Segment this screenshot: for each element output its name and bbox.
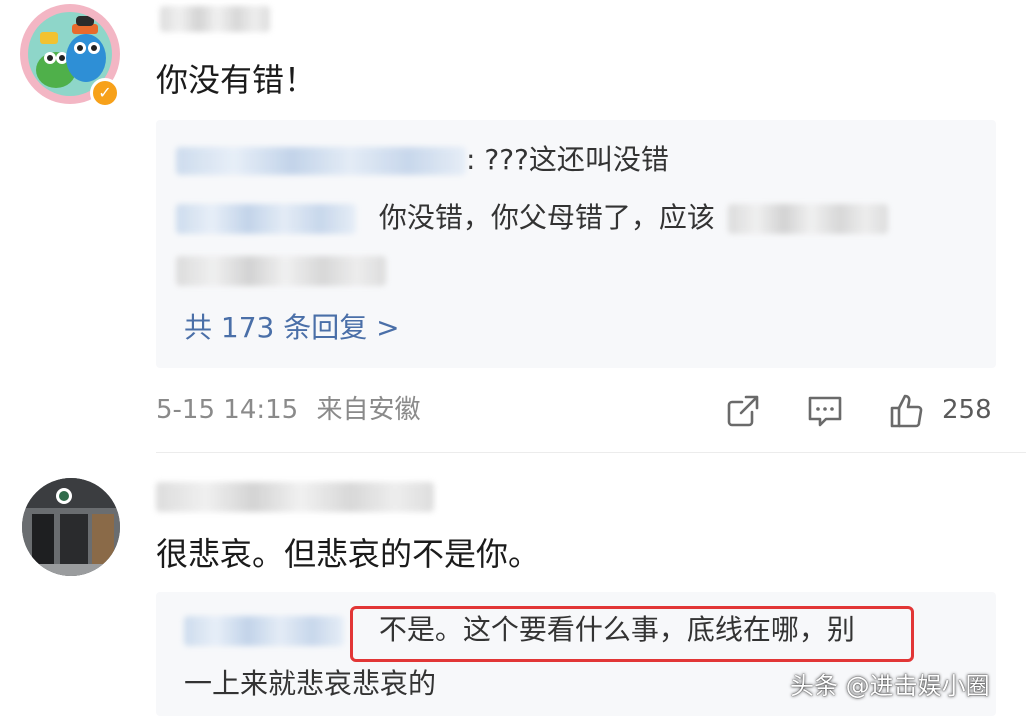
highlight-box bbox=[350, 606, 914, 662]
comment-1: ✓ 你没有错！ : ???这还叫没错 你没错，你父母错了，应该 共 173 条回… bbox=[0, 0, 1026, 455]
share-icon[interactable] bbox=[724, 392, 762, 430]
comment-text: 你没有错！ bbox=[156, 61, 317, 99]
like-count: 258 bbox=[942, 395, 992, 425]
reply-line: 你没错，你父母错了，应该 bbox=[176, 198, 888, 238]
reply-username-blurred[interactable] bbox=[184, 616, 344, 646]
reply-line: : ???这还叫没错 bbox=[176, 140, 669, 180]
storefront-photo-icon bbox=[22, 478, 120, 576]
comment-meta: 5-15 14:15 来自安徽 bbox=[156, 392, 420, 428]
reply-line: 一上来就悲哀悲哀的 bbox=[184, 664, 436, 704]
username-blurred[interactable] bbox=[160, 6, 270, 32]
verified-badge-icon: ✓ bbox=[90, 78, 120, 108]
more-replies-link[interactable]: 共 173 条回复 > bbox=[184, 308, 400, 348]
reply-text: 你没错，你父母错了，应该 bbox=[378, 201, 715, 234]
avatar[interactable] bbox=[22, 478, 120, 576]
divider bbox=[156, 452, 1026, 453]
reply-line bbox=[176, 250, 386, 290]
location: 来自安徽 bbox=[316, 395, 421, 425]
watermark: 头条 @进击娱小圈 bbox=[790, 672, 990, 700]
comment-text: 很悲哀。但悲哀的不是你。 bbox=[156, 535, 541, 573]
like-icon[interactable] bbox=[888, 392, 926, 430]
reply-username-blurred[interactable] bbox=[176, 147, 466, 175]
username-blurred[interactable] bbox=[156, 482, 434, 512]
reply-text: : ???这还叫没错 bbox=[466, 143, 669, 176]
reply-username-blurred[interactable] bbox=[176, 204, 356, 234]
reply-preview-box[interactable]: : ???这还叫没错 你没错，你父母错了，应该 共 173 条回复 > bbox=[156, 120, 996, 368]
blurred-text bbox=[727, 204, 888, 234]
reply-text: 一上来就悲哀悲哀的 bbox=[184, 667, 437, 700]
timestamp: 5-15 14:15 bbox=[156, 395, 299, 425]
comment-icon[interactable] bbox=[806, 392, 844, 430]
blurred-text bbox=[176, 256, 386, 286]
